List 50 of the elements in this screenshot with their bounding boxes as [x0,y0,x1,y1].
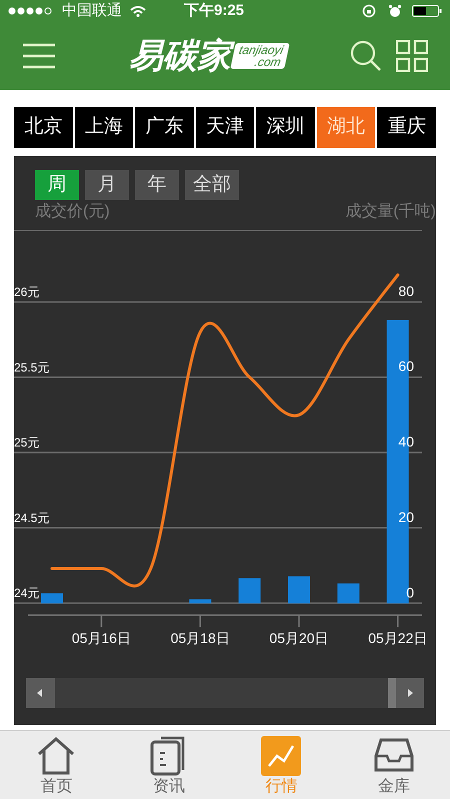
city-tab[interactable]: 深圳 [256,107,315,148]
period-tab[interactable]: 月 [85,170,129,200]
nav-tab[interactable]: 资讯 [112,731,225,799]
city-tab[interactable]: 天津 [196,107,254,148]
axis-label: 24.5元 [14,510,50,525]
city-tab[interactable]: 上海 [74,107,134,148]
axis-label: 25元 [14,436,40,450]
city-tab[interactable]: 广东 [135,107,194,148]
chart-icon [261,736,302,776]
period-tab[interactable]: 周 [35,170,79,200]
tick-mark [100,615,102,628]
volume-bar [337,583,360,604]
logo-domain: tanjiaoyi [238,44,285,56]
axis-label: 05月20日 [269,630,329,646]
volume-bar [288,576,310,604]
axis-label: 05月16日 [72,630,131,646]
axis-title: 成交价(元) [35,202,110,222]
tick-mark [199,615,201,628]
axis-label: 24元 [14,586,40,600]
nav-tab[interactable]: 金库 [338,731,450,799]
volume-bar [41,593,63,604]
alarm-icon [388,4,402,18]
nav-tab[interactable]: 首页 [0,731,112,799]
status-time: 下午9:25 [184,0,244,21]
volume-bar [238,578,261,604]
city-tab[interactable]: 北京 [14,107,73,148]
menu-icon[interactable] [22,43,56,69]
carrier-name: 中国联通 [62,0,122,21]
logo-domain-suffix: .com [253,56,282,68]
house-icon [36,736,76,776]
axis-label: 05月18日 [170,630,230,646]
scroll-right-button[interactable] [396,678,424,708]
wifi-icon [130,6,146,16]
grid-icon[interactable] [396,40,428,72]
axis-label: 80 [398,282,414,299]
rotation-lock-icon [362,4,376,18]
scrollbar-thumb[interactable] [388,678,396,708]
axis-title: 成交量(千吨) [345,202,436,222]
axis-label: 25.5元 [14,360,50,374]
period-tab[interactable]: 年 [135,170,179,200]
tick-mark [397,615,399,628]
period-tab[interactable]: 全部 [185,170,239,200]
search-icon[interactable] [350,40,382,72]
battery-icon [412,5,442,17]
axis-label: 05月22日 [368,630,428,646]
axis-label: 26元 [14,285,40,300]
volume-bar [189,599,212,604]
city-tab[interactable]: 重庆 [377,107,436,148]
scroll-left-button[interactable] [26,678,55,708]
tick-mark [298,615,300,628]
